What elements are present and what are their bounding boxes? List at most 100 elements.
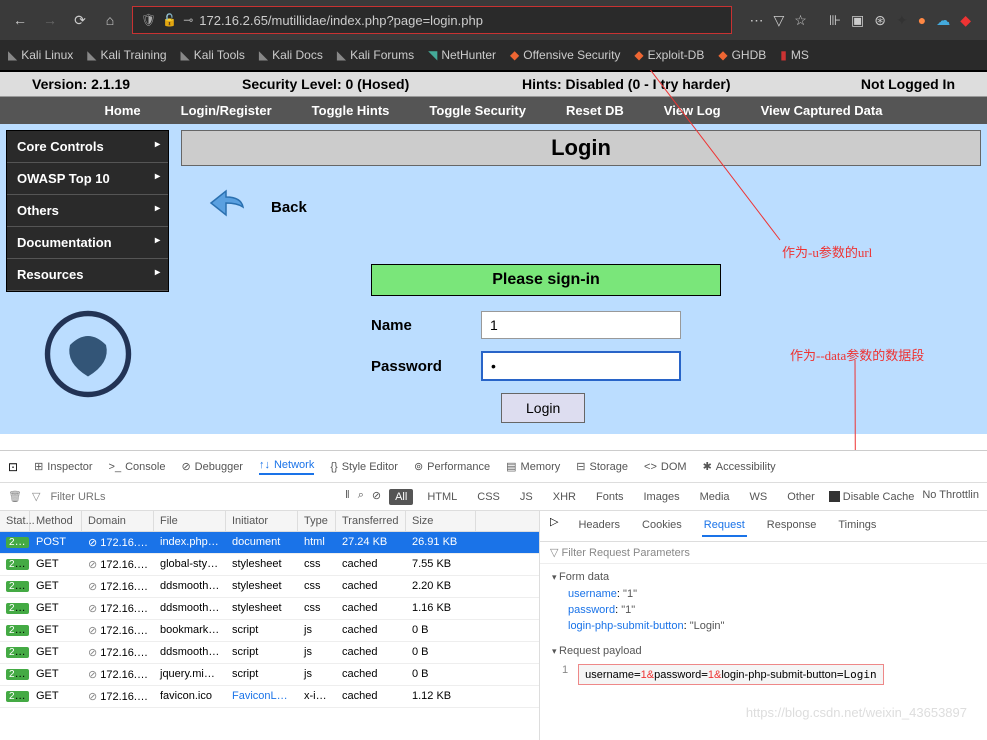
table-row[interactable]: 200GET⊘ 172.16.2...global-style...styles…	[0, 554, 539, 576]
detail-filter-input[interactable]: Filter Request Parameters	[540, 542, 987, 564]
devtools-picker-icon[interactable]: ⊡	[8, 460, 18, 474]
tab-console[interactable]: >_Console	[109, 461, 166, 473]
col-file[interactable]: File	[154, 511, 226, 531]
table-row[interactable]: 200GET⊘ 172.16.2...favicon.icoFaviconLoa…	[0, 686, 539, 708]
throttling-select[interactable]: No Throttlin	[922, 489, 979, 505]
nav-reset-db[interactable]: Reset DB	[566, 103, 624, 118]
bookmark-kali-docs[interactable]: ◣Kali Docs	[259, 48, 323, 62]
cloud-icon[interactable]: ☁	[936, 12, 950, 29]
col-method[interactable]: Method	[30, 511, 82, 531]
form-data-section[interactable]: Form data	[552, 568, 975, 586]
filter-media[interactable]: Media	[694, 489, 736, 505]
network-toolbar: 🗑 ▽ ‖ ⌕ ⊘ All HTML CSS JS XHR Fonts Imag…	[0, 483, 987, 511]
col-status[interactable]: Stat...	[0, 511, 30, 531]
filter-html[interactable]: HTML	[421, 489, 463, 505]
sidebar-item-resources[interactable]: Resources	[7, 259, 168, 291]
tab-cookies[interactable]: Cookies	[640, 515, 684, 537]
pocket-icon[interactable]: ▽	[774, 12, 785, 29]
tab-headers[interactable]: Headers	[576, 515, 622, 537]
filter-images[interactable]: Images	[638, 489, 686, 505]
tab-response[interactable]: Response	[765, 515, 819, 537]
col-initiator[interactable]: Initiator	[226, 511, 298, 531]
sidebar-icon[interactable]: ▣	[851, 12, 864, 29]
tab-accessibility[interactable]: ✱Accessibility	[703, 460, 776, 473]
sidebar-item-owasp[interactable]: OWASP Top 10	[7, 163, 168, 195]
nav-toggle-hints[interactable]: Toggle Hints	[312, 103, 390, 118]
payload-section[interactable]: Request payload	[552, 642, 975, 660]
filter-css[interactable]: CSS	[471, 489, 506, 505]
table-row[interactable]: 200GET⊘ 172.16.2...ddsmoothm...styleshee…	[0, 576, 539, 598]
filter-js[interactable]: JS	[514, 489, 539, 505]
table-row[interactable]: 200GET⊘ 172.16.2...ddsmoothm...styleshee…	[0, 598, 539, 620]
col-transferred[interactable]: Transferred	[336, 511, 406, 531]
form-param: username: "1"	[552, 586, 975, 602]
trash-icon[interactable]: 🗑	[8, 490, 22, 503]
tab-debugger[interactable]: ⊘Debugger	[181, 460, 243, 473]
library-icon[interactable]: ⊪	[829, 12, 841, 29]
nav-home[interactable]: Home	[105, 103, 141, 118]
nav-view-captured[interactable]: View Captured Data	[761, 103, 883, 118]
reload-button[interactable]: ⟳	[68, 8, 92, 32]
col-type[interactable]: Type	[298, 511, 336, 531]
table-row[interactable]: 200GET⊘ 172.16.2...bookmark-s...scriptjs…	[0, 620, 539, 642]
pause-icon[interactable]: ‖	[345, 489, 350, 505]
side-menu: Core Controls OWASP Top 10 Others Docume…	[6, 130, 169, 292]
tab-storage[interactable]: ⊟Storage	[576, 460, 628, 473]
bookmark-kali-training[interactable]: ◣Kali Training	[87, 48, 166, 62]
tab-request[interactable]: Request	[702, 515, 747, 537]
bookmark-kali-tools[interactable]: ◣Kali Tools	[181, 48, 245, 62]
back-button[interactable]: ←	[8, 8, 32, 32]
app-icon[interactable]: ◆	[960, 12, 971, 29]
col-domain[interactable]: Domain	[82, 511, 154, 531]
nav-toggle-security[interactable]: Toggle Security	[429, 103, 526, 118]
sidebar-item-core[interactable]: Core Controls	[7, 131, 168, 163]
col-size[interactable]: Size	[406, 511, 476, 531]
tab-network[interactable]: ↑↓Network	[259, 459, 314, 475]
chrome-icon[interactable]: ●	[918, 12, 926, 29]
filter-xhr[interactable]: XHR	[547, 489, 582, 505]
funnel-icon[interactable]: ▽	[32, 490, 40, 503]
tab-inspector[interactable]: ⊞Inspector	[34, 460, 92, 473]
more-icon[interactable]: ⋯	[750, 12, 764, 29]
filter-all[interactable]: All	[389, 489, 413, 505]
ext-icon[interactable]: ✦	[896, 12, 908, 29]
nav-view-log[interactable]: View Log	[664, 103, 721, 118]
tab-memory[interactable]: ▤Memory	[506, 460, 560, 473]
nav-login[interactable]: Login/Register	[181, 103, 272, 118]
table-row[interactable]: 200GET⊘ 172.16.2...ddsmoothm...scriptjsc…	[0, 642, 539, 664]
bookmark-msfu[interactable]: ▮MS	[780, 48, 809, 62]
tab-performance[interactable]: ⊚Performance	[414, 460, 490, 473]
home-button[interactable]: ⌂	[98, 8, 122, 32]
bookmark-ghdb[interactable]: ◆GHDB	[718, 48, 766, 62]
disable-cache-checkbox[interactable]: Disable Cache	[829, 489, 915, 505]
detail-back-icon[interactable]: ▷	[550, 515, 558, 537]
block-icon[interactable]: ⊘	[372, 489, 381, 505]
sidebar-item-others[interactable]: Others	[7, 195, 168, 227]
filter-other[interactable]: Other	[781, 489, 821, 505]
filter-urls-input[interactable]	[50, 491, 190, 503]
bookmark-kali-forums[interactable]: ◣Kali Forums	[337, 48, 414, 62]
tab-dom[interactable]: <>DOM	[644, 461, 687, 473]
filter-fonts[interactable]: Fonts	[590, 489, 630, 505]
tab-timings[interactable]: Timings	[836, 515, 878, 537]
bookmark-nethunter[interactable]: ◥NetHunter	[428, 48, 496, 62]
table-row[interactable]: 200GET⊘ 172.16.2...jquery.min.jsscriptjs…	[0, 664, 539, 686]
table-row[interactable]: 200POST⊘ 172.16.2...index.php?p...docume…	[0, 532, 539, 554]
login-button[interactable]: Login	[501, 393, 585, 423]
url-bar[interactable]: 🛡 🔓 ⊸ 172.16.2.65/mutillidae/index.php?p…	[132, 6, 732, 34]
bookmark-star-icon[interactable]: ☆	[794, 12, 807, 29]
filter-ws[interactable]: WS	[744, 489, 774, 505]
back-link[interactable]: Back	[191, 181, 981, 234]
password-input[interactable]	[481, 351, 681, 381]
bookmark-kali-linux[interactable]: ◣Kali Linux	[8, 48, 73, 62]
sidebar-item-docs[interactable]: Documentation	[7, 227, 168, 259]
bookmark-offsec[interactable]: ◆Offensive Security	[510, 48, 620, 62]
sidebar: Core Controls OWASP Top 10 Others Docume…	[0, 124, 175, 434]
bookmark-exploitdb[interactable]: ◆Exploit-DB	[634, 48, 704, 62]
name-input[interactable]	[481, 311, 681, 339]
hints-label: Hints: Disabled (0 - I try harder)	[502, 76, 782, 92]
search-icon[interactable]: ⌕	[358, 489, 364, 505]
tab-style-editor[interactable]: {}Style Editor	[330, 461, 398, 473]
status-bar: Version: 2.1.19 Security Level: 0 (Hosed…	[0, 70, 987, 97]
addon-icon[interactable]: ⊛	[874, 12, 886, 29]
